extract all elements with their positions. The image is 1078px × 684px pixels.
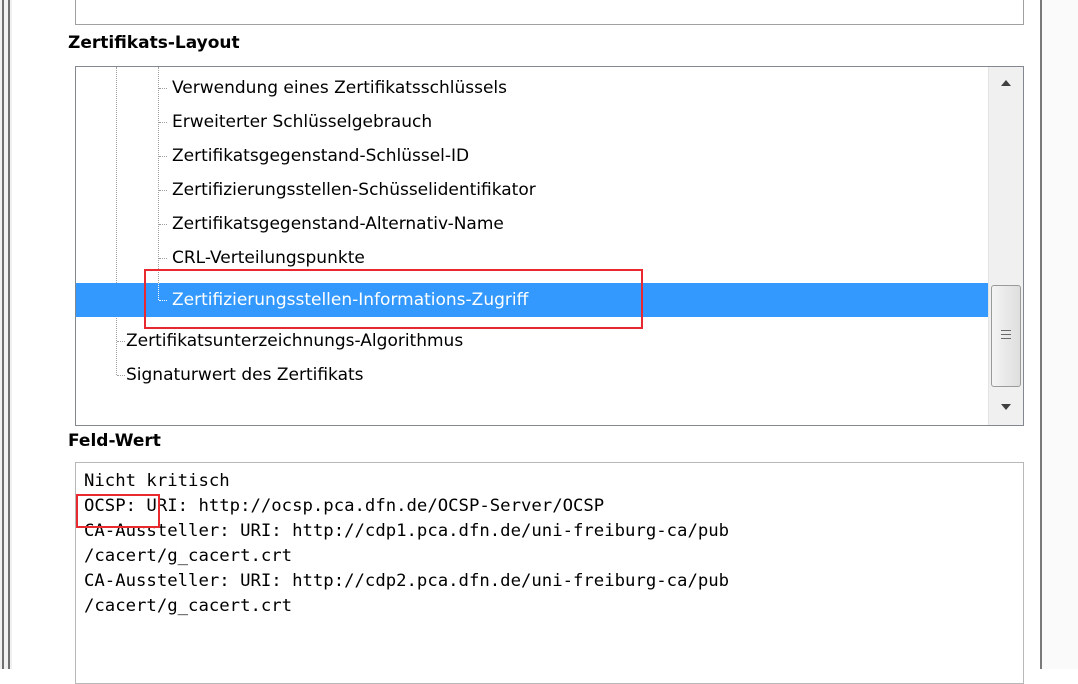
tree-item-label: CRL-Verteilungspunkte: [172, 248, 365, 268]
certificate-field-tree[interactable]: Verwendung eines Zertifikatsschlüssels E…: [75, 66, 1024, 426]
tree-connector: [159, 190, 167, 191]
tree-item[interactable]: Erweiterter Schlüsselgebrauch: [76, 105, 988, 139]
tree-item-label: Zertifizierungsstellen-Informations-Zugr…: [172, 290, 529, 310]
tree-item-label: Zertifikatsgegenstand-Alternativ-Name: [172, 214, 504, 234]
tree-item-label: Erweiterter Schlüsselgebrauch: [172, 112, 433, 132]
tree-item[interactable]: Zertifikatsgegenstand-Alternativ-Name: [76, 207, 988, 241]
tree-item-label: Zertifikatsunterzeichnungs-Algorithmus: [126, 331, 464, 351]
scroll-thumb[interactable]: [991, 285, 1021, 387]
tree-item[interactable]: Zertifikatsgegenstand-Schlüssel-ID: [76, 139, 988, 173]
value-line: OCSP: URI: http://ocsp.pca.dfn.de/OCSP-S…: [84, 496, 605, 516]
tree-item[interactable]: Signaturwert des Zertifikats: [76, 358, 988, 392]
value-line: Nicht kritisch: [84, 471, 230, 491]
tree-item[interactable]: Zertifikatsunterzeichnungs-Algorithmus: [76, 324, 988, 358]
frame-border-inner: [8, 0, 10, 669]
tree-connector: [159, 156, 167, 157]
tree-connector: [159, 300, 167, 301]
scroll-up-button[interactable]: [989, 67, 1023, 101]
tree-connector: [159, 224, 167, 225]
tree-item[interactable]: CRL-Verteilungspunkte: [76, 241, 988, 275]
tree-connector: [159, 258, 167, 259]
tree-item-label: Zertifikatsgegenstand-Schlüssel-ID: [172, 146, 470, 166]
upper-panel-remnant: [75, 0, 1024, 25]
tree-connector: [159, 88, 167, 89]
tree-item-selected[interactable]: Zertifizierungsstellen-Informations-Zugr…: [76, 283, 988, 317]
tree-item-label: Signaturwert des Zertifikats: [126, 365, 364, 385]
window-frame-right-pad: [1042, 0, 1078, 669]
tree-item[interactable]: Verwendung eines Zertifikatsschlüssels: [76, 71, 988, 105]
scroll-down-button[interactable]: [989, 391, 1023, 425]
tree-connector: [117, 375, 125, 376]
tree-item-label: Verwendung eines Zertifikatsschlüssels: [172, 78, 508, 98]
scroll-up-arrow-icon: [1001, 80, 1011, 86]
value-line: CA-Aussteller: URI: http://cdp1.pca.dfn.…: [84, 521, 730, 541]
tree-connector: [159, 122, 167, 123]
field-value-heading: Feld-Wert: [68, 431, 161, 451]
value-line: CA-Aussteller: URI: http://cdp2.pca.dfn.…: [84, 571, 730, 591]
tree-item[interactable]: Zertifizierungsstellen-Schüsselidentifik…: [76, 173, 988, 207]
tree-scrollbar[interactable]: [988, 67, 1023, 425]
tree-guide-line: [158, 283, 159, 300]
value-line: /cacert/g_cacert.crt: [84, 546, 293, 566]
field-value-textbox[interactable]: Nicht kritisch OCSP: URI: http://ocsp.pc…: [75, 462, 1024, 684]
certificate-layout-heading: Zertifikats-Layout: [68, 33, 240, 53]
window-frame-left: [0, 0, 12, 669]
frame-border-outer: [2, 0, 4, 669]
tree-item-label: Zertifizierungsstellen-Schüsselidentifik…: [172, 180, 536, 200]
tree-connector: [117, 341, 125, 342]
value-line: /cacert/g_cacert.crt: [84, 596, 293, 616]
scroll-down-arrow-icon: [1001, 404, 1011, 410]
